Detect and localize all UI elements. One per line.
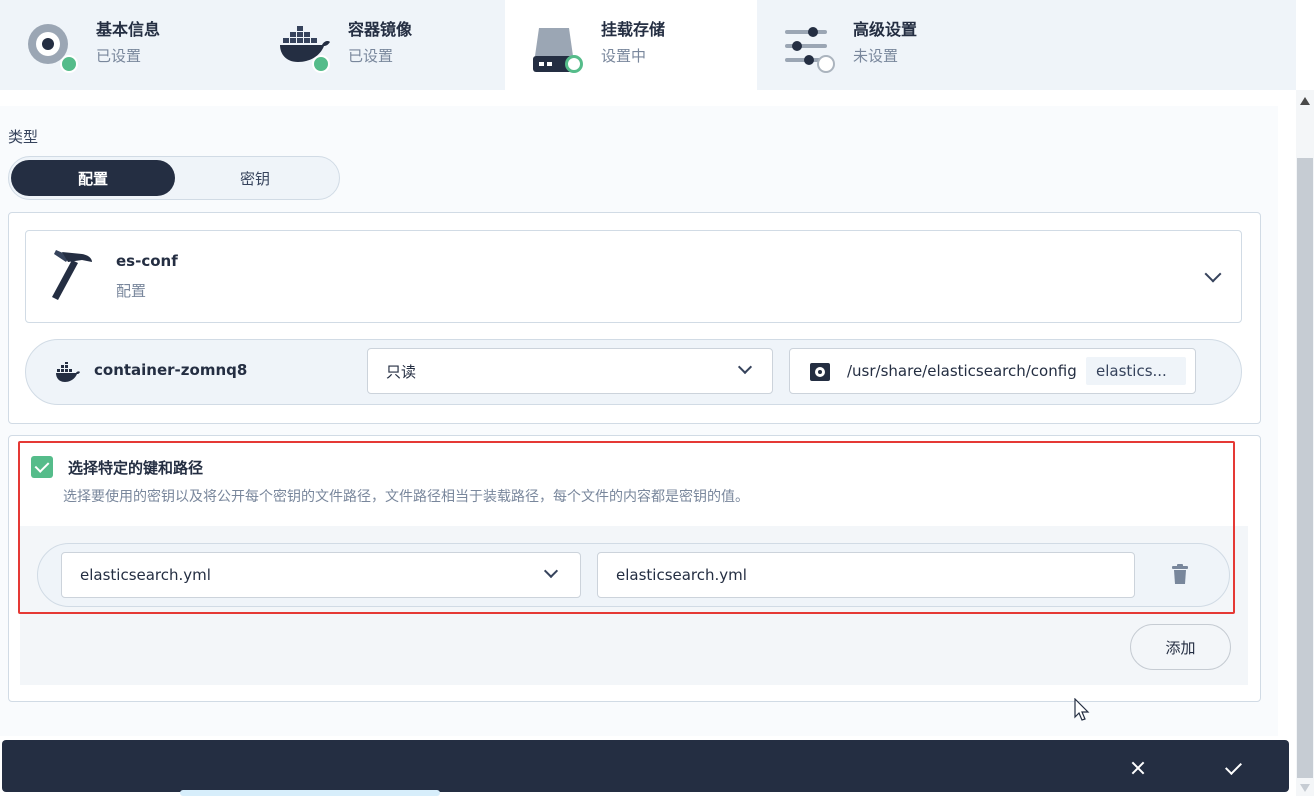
step-title: 挂载存储 — [601, 20, 666, 39]
add-button[interactable]: 添加 — [1130, 624, 1231, 670]
footer-accent — [180, 790, 440, 796]
scroll-up-arrow-icon[interactable] — [1300, 97, 1310, 105]
type-switch: 配置 密钥 — [8, 156, 340, 200]
config-kind: 配置 — [116, 282, 147, 300]
step-title: 容器镜像 — [348, 20, 413, 39]
docker-icon — [56, 362, 80, 382]
status-done-icon — [312, 55, 330, 73]
confirm-check-icon[interactable] — [1218, 754, 1248, 782]
chevron-down-icon — [737, 359, 753, 375]
step-advanced-settings[interactable]: 高级设置 未设置 — [757, 0, 1009, 90]
hammer-icon — [52, 250, 92, 300]
type-label: 类型 — [8, 128, 39, 146]
mouse-cursor-icon — [1074, 698, 1090, 721]
key-value: elasticsearch.yml — [80, 566, 211, 584]
trash-icon[interactable] — [1171, 564, 1189, 584]
step-title: 高级设置 — [853, 20, 918, 39]
step-status: 设置中 — [601, 47, 647, 65]
gear-icon — [810, 363, 830, 381]
type-option-secret[interactable]: 密钥 — [173, 160, 337, 196]
status-done-icon — [60, 55, 78, 73]
steps-bar: 基本信息 已设置 容器镜像 已设置 挂载存储 设置中 高级设置 未设置 — [0, 0, 1296, 90]
key-select[interactable]: elasticsearch.yml — [61, 552, 581, 598]
step-title: 基本信息 — [96, 20, 161, 39]
file-path-input[interactable]: elasticsearch.yml — [597, 552, 1135, 598]
specific-key-description: 选择要使用的密钥以及将公开每个密钥的文件路径，文件路径相当于装载路径，每个文件的… — [63, 489, 749, 505]
specific-key-label: 选择特定的键和路径 — [68, 459, 204, 477]
status-in-progress-icon — [565, 55, 583, 73]
step-container-image[interactable]: 容器镜像 已设置 — [252, 0, 504, 90]
mount-path-value: /usr/share/elasticsearch/config — [847, 362, 1077, 380]
config-select-card[interactable] — [25, 230, 1242, 323]
step-status: 已设置 — [348, 47, 394, 65]
config-name: es-conf — [116, 252, 178, 270]
step-status: 已设置 — [96, 47, 142, 65]
chevron-down-icon — [543, 563, 559, 579]
step-basic-info[interactable]: 基本信息 已设置 — [0, 0, 252, 90]
access-mode-value: 只读 — [386, 362, 417, 381]
close-icon[interactable] — [1124, 754, 1152, 782]
status-pending-icon — [817, 55, 835, 73]
specific-key-checkbox[interactable] — [31, 456, 53, 478]
scroll-down-arrow-icon[interactable] — [1300, 784, 1310, 792]
step-status: 未设置 — [853, 47, 899, 65]
mount-path-tag: elastics... — [1086, 357, 1186, 385]
step-mount-storage[interactable]: 挂载存储 设置中 — [505, 0, 757, 90]
mount-path-input[interactable]: /usr/share/elasticsearch/config elastics… — [789, 348, 1196, 394]
scrollbar-thumb[interactable] — [1297, 158, 1313, 778]
container-name: container-zomnq8 — [94, 361, 248, 379]
dialog-footer — [2, 740, 1289, 792]
type-option-config[interactable]: 配置 — [11, 160, 175, 196]
access-mode-select[interactable]: 只读 — [367, 348, 773, 394]
